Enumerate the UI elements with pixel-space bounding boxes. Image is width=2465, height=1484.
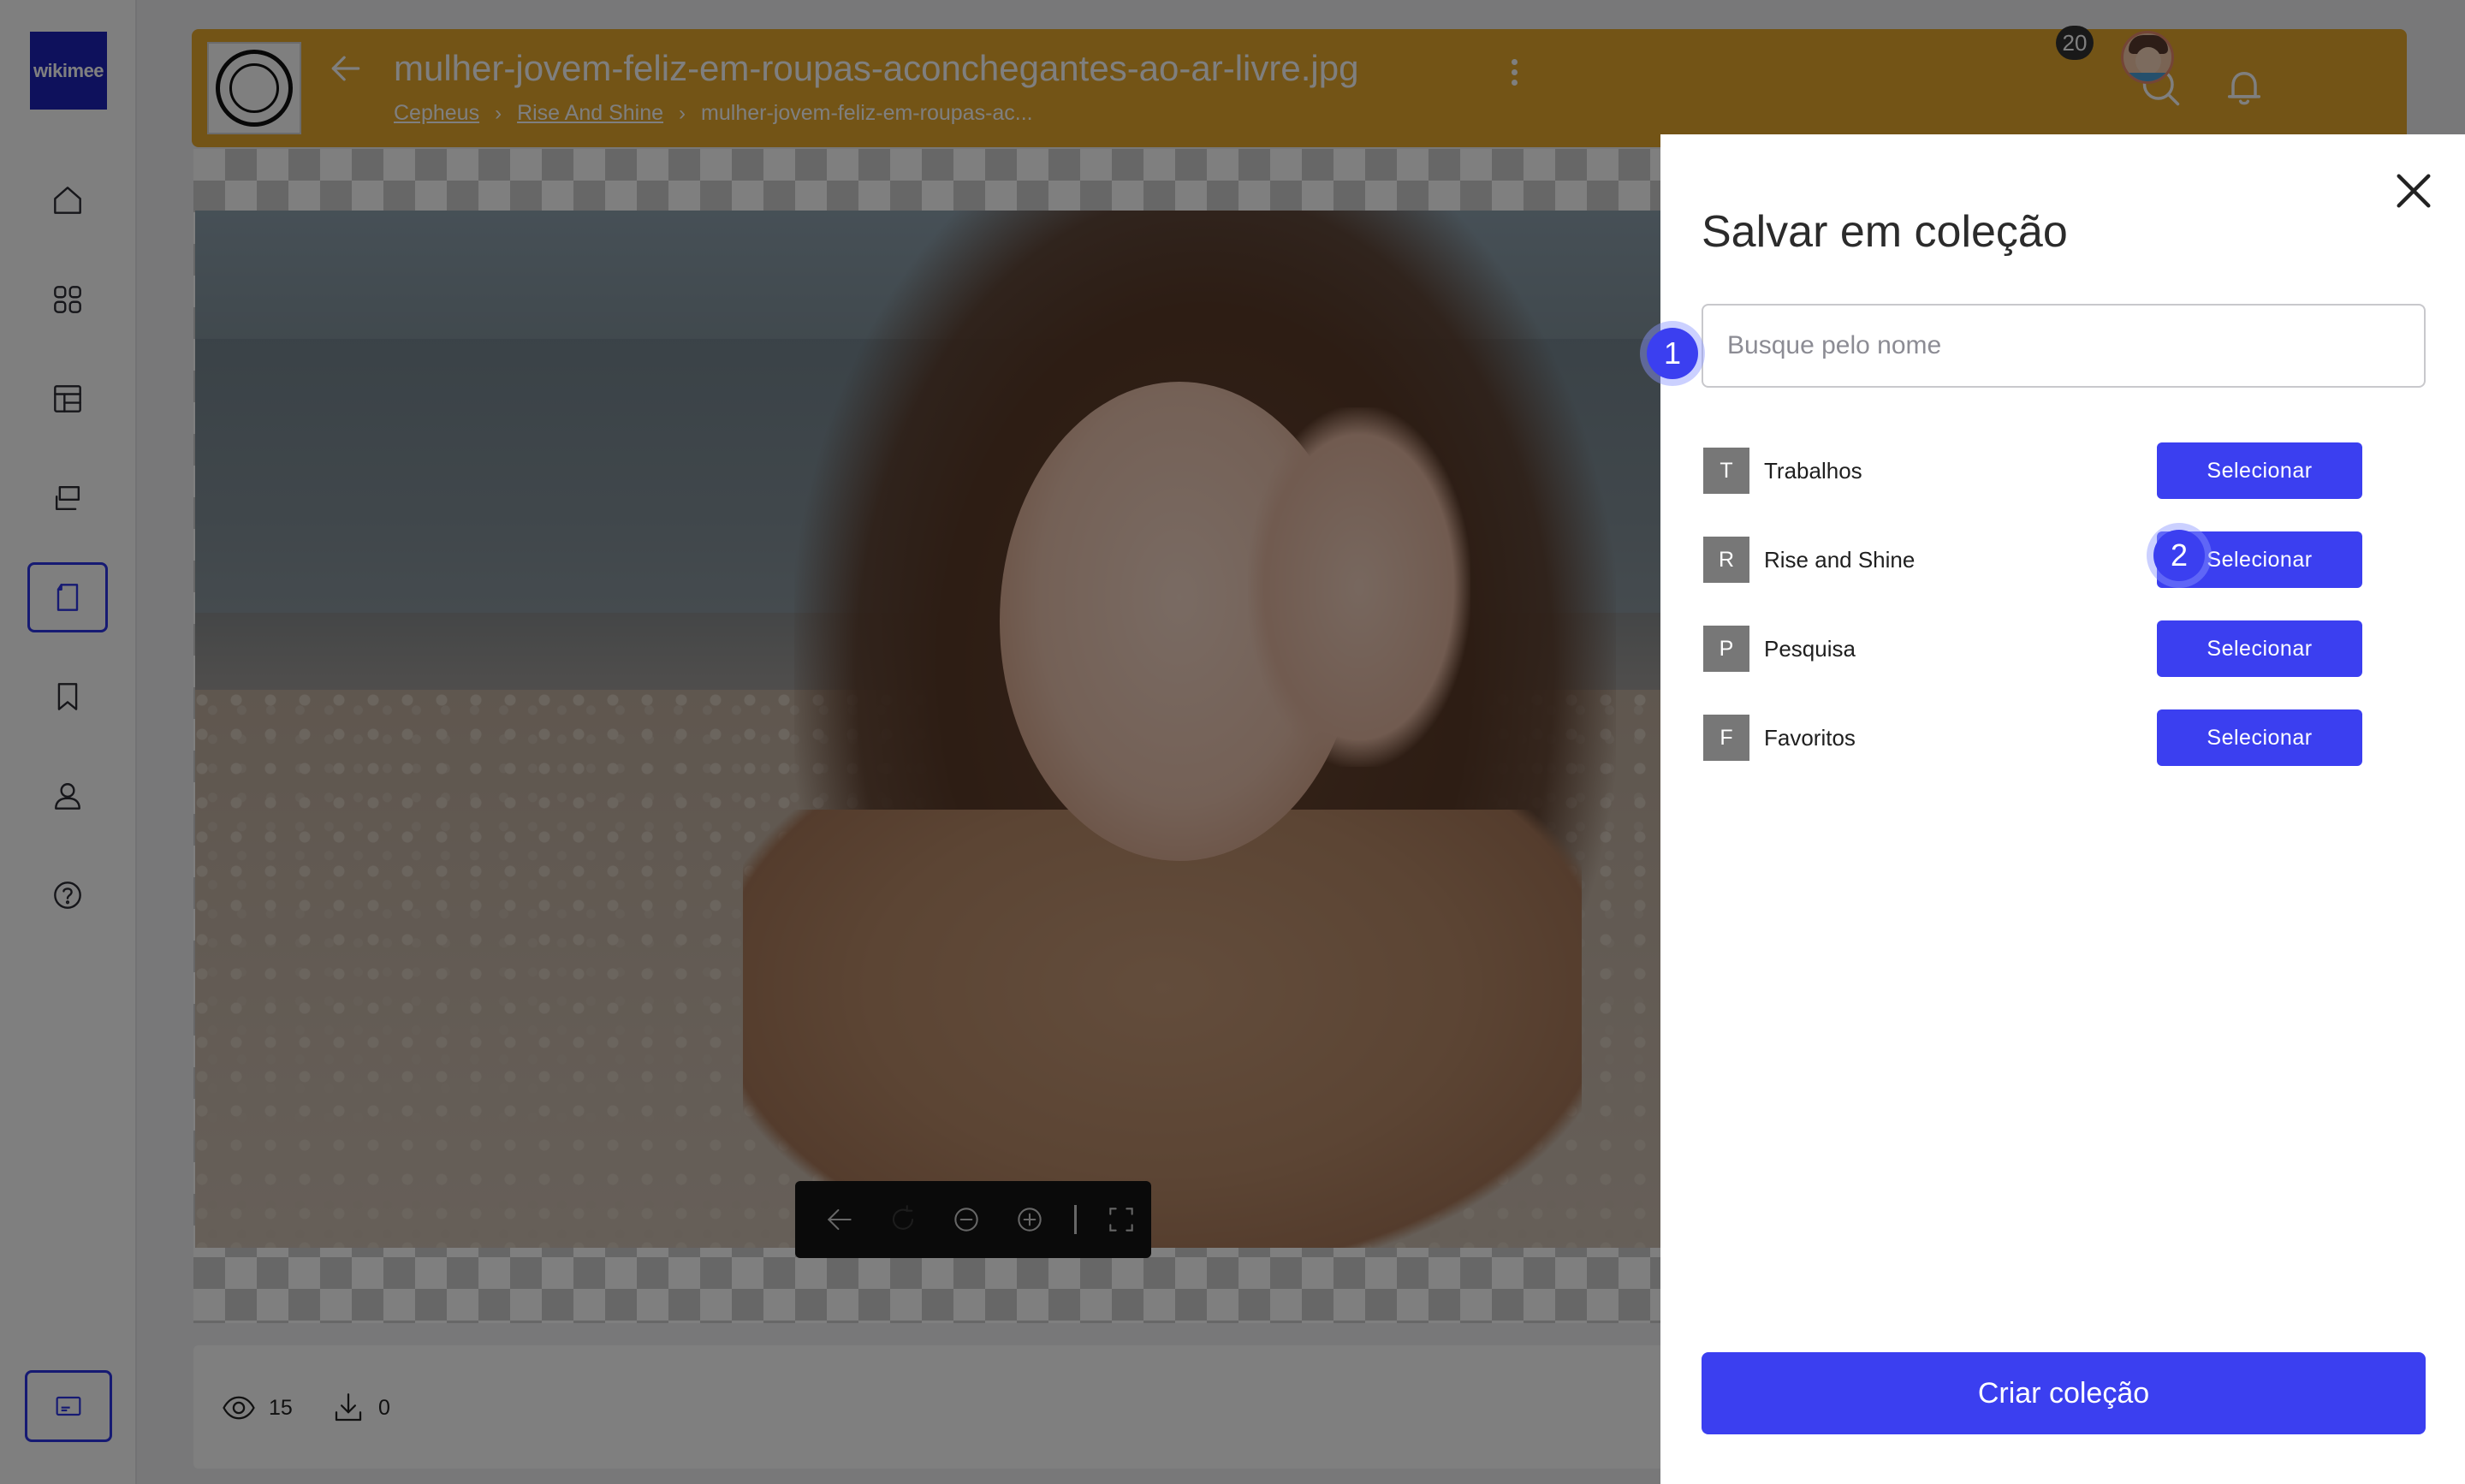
- panel-title: Salvar em coleção: [1702, 207, 2068, 257]
- select-collection-button[interactable]: Selecionar: [2157, 709, 2362, 766]
- collection-name: Pesquisa: [1764, 636, 1856, 662]
- step-marker-2: 2: [2153, 530, 2205, 581]
- create-collection-button[interactable]: Criar coleção: [1702, 1352, 2426, 1434]
- collection-row: F Favoritos Selecionar: [1703, 709, 2426, 766]
- collection-initial: P: [1703, 626, 1749, 672]
- collection-row: R Rise and Shine Selecionar: [1703, 531, 2426, 588]
- collection-initial: R: [1703, 537, 1749, 583]
- collection-initial: T: [1703, 448, 1749, 494]
- collection-name: Rise and Shine: [1764, 547, 1916, 573]
- collection-row: P Pesquisa Selecionar: [1703, 620, 2426, 677]
- select-collection-button[interactable]: Selecionar: [2157, 620, 2362, 677]
- collection-name: Favoritos: [1764, 725, 1856, 751]
- step-marker-1: 1: [1647, 328, 1698, 379]
- collection-row: T Trabalhos Selecionar: [1703, 442, 2426, 499]
- close-icon[interactable]: [2391, 169, 2439, 217]
- save-to-collection-panel: Salvar em coleção T Trabalhos Selecionar…: [1660, 134, 2465, 1484]
- collection-search-input[interactable]: [1702, 304, 2426, 388]
- collection-initial: F: [1703, 715, 1749, 761]
- select-collection-button[interactable]: Selecionar: [2157, 442, 2362, 499]
- collection-name: Trabalhos: [1764, 458, 1862, 484]
